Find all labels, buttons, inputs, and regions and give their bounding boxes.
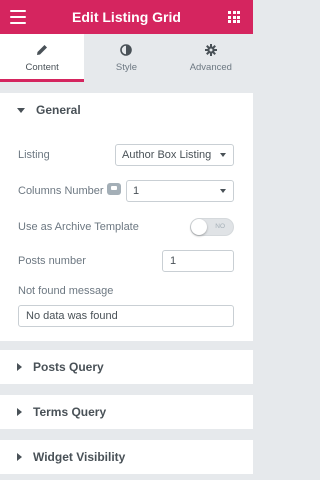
section-terms-query-title: Terms Query [33, 405, 107, 419]
caret-down-icon [17, 107, 25, 113]
archive-template-label: Use as Archive Template [18, 221, 139, 233]
widgets-grid-icon[interactable] [228, 11, 240, 23]
gear-icon [204, 43, 217, 56]
columns-number-value: 1 [133, 185, 140, 197]
header-title: Edit Listing Grid [72, 9, 181, 25]
caret-right-icon [17, 408, 22, 416]
columns-number-select[interactable]: 1 [126, 180, 234, 202]
pencil-icon [37, 44, 48, 55]
contrast-icon [120, 43, 133, 56]
toggle-state-label: NO [215, 223, 225, 230]
columns-number-label: Columns Number [18, 185, 104, 197]
section-terms-query-header[interactable]: Terms Query [0, 395, 253, 429]
hamburger-menu-icon[interactable] [10, 10, 26, 24]
tab-advanced[interactable]: Advanced [169, 34, 253, 82]
listing-select-value: Author Box Listing [122, 149, 212, 161]
toggle-knob [191, 219, 207, 235]
not-found-message-label: Not found message [18, 285, 114, 297]
caret-right-icon [17, 453, 22, 461]
tab-style-label: Style [115, 61, 138, 73]
tab-advanced-label: Advanced [189, 61, 232, 73]
not-found-message-input[interactable]: No data was found [18, 305, 234, 327]
section-widget-visibility-header[interactable]: Widget Visibility [0, 440, 253, 474]
posts-number-label: Posts number [18, 255, 86, 267]
tab-content-label: Content [25, 61, 59, 73]
section-widget-visibility-title: Widget Visibility [33, 450, 126, 464]
section-posts-query-title: Posts Query [33, 360, 104, 374]
chevron-down-icon [220, 189, 226, 193]
chevron-down-icon [220, 153, 226, 157]
caret-right-icon [17, 363, 22, 371]
tab-style[interactable]: Style [84, 34, 168, 82]
responsive-device-icon[interactable] [107, 183, 121, 195]
tab-content[interactable]: Content [0, 34, 85, 82]
listing-label: Listing [18, 149, 50, 161]
listing-select[interactable]: Author Box Listing [115, 144, 234, 166]
posts-number-value: 1 [170, 255, 177, 267]
section-general-title: General [36, 103, 81, 117]
section-posts-query-header[interactable]: Posts Query [0, 350, 253, 384]
section-general-header[interactable]: General [0, 93, 253, 127]
editor-header: Edit Listing Grid [0, 0, 253, 34]
not-found-message-value: No data was found [26, 310, 118, 322]
panel-tabs: Content Style Advanced [0, 34, 253, 82]
archive-template-toggle[interactable]: NO [190, 218, 234, 236]
posts-number-input[interactable]: 1 [162, 250, 234, 272]
